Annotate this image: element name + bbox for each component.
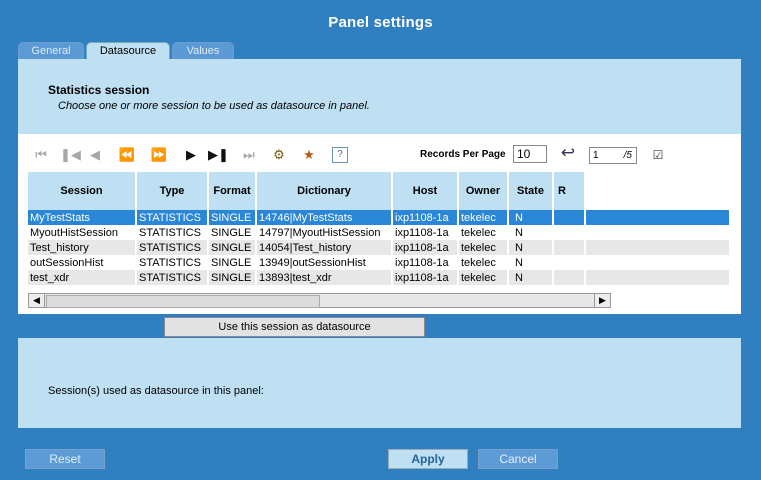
prev-block-icon[interactable]: ❚◀: [60, 146, 81, 164]
cell-filler: [585, 270, 731, 285]
cell-host: ixp1108-1a: [392, 210, 459, 225]
cell-host: ixp1108-1a: [392, 270, 459, 285]
cell-host: ixp1108-1a: [392, 225, 459, 240]
cell-state: N: [508, 270, 554, 285]
next-block-icon[interactable]: ▶❚: [208, 146, 229, 164]
cell-session: MyTestStats: [28, 210, 137, 225]
session-table: Session Type Format Dictionary Host Owne…: [28, 172, 731, 285]
cell-dictionary: 14746|MyTestStats: [256, 210, 393, 225]
cell-type: STATISTICS: [136, 255, 209, 270]
cell-format: SINGLE: [208, 240, 257, 255]
cell-state: N: [508, 255, 554, 270]
cell-format: SINGLE: [208, 270, 257, 285]
cell-host: ixp1108-1a: [392, 255, 459, 270]
column-header-session[interactable]: Session: [28, 172, 137, 210]
export-icon[interactable]: ☑: [649, 146, 667, 164]
prev-page-icon[interactable]: ◀: [86, 146, 104, 164]
cell-r: [553, 240, 586, 255]
tab-general[interactable]: General: [18, 42, 84, 59]
grid-toolbar: ⏮ ❚◀ ◀ ⏪ ⏩ ▶ ▶❚ ⏭ ⚙ ★ ? Records Per Page…: [28, 144, 730, 168]
cell-type: STATISTICS: [136, 270, 209, 285]
section-title: Statistics session: [48, 83, 150, 97]
cell-owner: tekelec: [458, 255, 509, 270]
section-subtitle: Choose one or more session to be used as…: [58, 100, 370, 112]
column-header-host[interactable]: Host: [392, 172, 459, 210]
cell-r: [553, 225, 586, 240]
total-pages: /5: [623, 150, 632, 161]
tab-values[interactable]: Values: [172, 42, 234, 59]
cell-session: test_xdr: [28, 270, 137, 285]
cell-r: [553, 210, 586, 225]
cell-format: SINGLE: [208, 210, 257, 225]
scrollbar-thumb[interactable]: [46, 295, 320, 308]
cell-filler: [585, 255, 731, 270]
records-per-page-input[interactable]: [513, 145, 547, 163]
cell-format: SINGLE: [208, 255, 257, 270]
find-icon[interactable]: ⚙: [270, 146, 288, 164]
rewind-icon[interactable]: ⏪: [118, 146, 136, 164]
fast-forward-icon[interactable]: ⏩: [150, 146, 168, 164]
table-header-row: Session Type Format Dictionary Host Owne…: [28, 172, 731, 210]
column-header-format[interactable]: Format: [208, 172, 257, 210]
use-session-button[interactable]: Use this session as datasource: [164, 317, 425, 337]
table-row[interactable]: MyoutHistSession STATISTICS SINGLE 14797…: [28, 225, 731, 240]
current-page: 1: [593, 150, 599, 161]
cell-r: [553, 255, 586, 270]
cell-filler: [585, 210, 731, 225]
cell-session: Test_history: [28, 240, 137, 255]
column-header-r[interactable]: R: [553, 172, 586, 210]
column-header-owner[interactable]: Owner: [458, 172, 509, 210]
scroll-right-icon[interactable]: ▶: [594, 294, 610, 307]
window-title: Panel settings: [328, 14, 433, 31]
cell-type: STATISTICS: [136, 225, 209, 240]
datasource-label: Session(s) used as datasource in this pa…: [48, 385, 264, 397]
header-panel: Statistics session Choose one or more se…: [18, 59, 741, 134]
table-row[interactable]: MyTestStats STATISTICS SINGLE 14746|MyTe…: [28, 210, 731, 225]
cell-type: STATISTICS: [136, 240, 209, 255]
cell-owner: tekelec: [458, 240, 509, 255]
goto-page-icon[interactable]: ↩: [559, 144, 577, 162]
records-per-page-label: Records Per Page: [420, 149, 506, 160]
cell-session: outSessionHist: [28, 255, 137, 270]
cell-type: STATISTICS: [136, 210, 209, 225]
scroll-left-icon[interactable]: ◀: [29, 294, 45, 307]
horizontal-scrollbar[interactable]: ◀ ▶: [28, 293, 611, 308]
page-number-field[interactable]: 1 /5: [589, 147, 637, 164]
cell-format: SINGLE: [208, 225, 257, 240]
tab-datasource[interactable]: Datasource: [86, 42, 170, 59]
cell-filler: [585, 240, 731, 255]
panel-settings-window: Panel settings General Datasource Values…: [0, 0, 761, 480]
session-grid-panel: ⏮ ❚◀ ◀ ⏪ ⏩ ▶ ▶❚ ⏭ ⚙ ★ ? Records Per Page…: [18, 134, 741, 314]
cell-owner: tekelec: [458, 270, 509, 285]
cell-dictionary: 13893|test_xdr: [256, 270, 393, 285]
cell-state: N: [508, 240, 554, 255]
cell-dictionary: 14797|MyoutHistSession: [256, 225, 393, 240]
column-header-state[interactable]: State: [508, 172, 554, 210]
table-row[interactable]: Test_history STATISTICS SINGLE 14054|Tes…: [28, 240, 731, 255]
cell-dictionary: 14054|Test_history: [256, 240, 393, 255]
reset-button[interactable]: Reset: [25, 449, 105, 469]
cell-filler: [585, 225, 731, 240]
table-row[interactable]: outSessionHist STATISTICS SINGLE 13949|o…: [28, 255, 731, 270]
cancel-button[interactable]: Cancel: [478, 449, 558, 469]
datasource-panel: Session(s) used as datasource in this pa…: [18, 338, 741, 428]
column-header-type[interactable]: Type: [136, 172, 209, 210]
first-page-icon[interactable]: ⏮: [32, 146, 50, 164]
cell-host: ixp1108-1a: [392, 240, 459, 255]
apply-button[interactable]: Apply: [388, 449, 468, 469]
header-filler: [585, 172, 731, 210]
table-row[interactable]: test_xdr STATISTICS SINGLE 13893|test_xd…: [28, 270, 731, 285]
cell-state: N: [508, 210, 554, 225]
cell-dictionary: 13949|outSessionHist: [256, 255, 393, 270]
cell-r: [553, 270, 586, 285]
next-page-icon[interactable]: ▶: [182, 146, 200, 164]
cell-owner: tekelec: [458, 210, 509, 225]
cell-state: N: [508, 225, 554, 240]
filter-icon[interactable]: ★: [300, 146, 318, 164]
cell-owner: tekelec: [458, 225, 509, 240]
help-icon[interactable]: ?: [332, 147, 348, 163]
last-page-icon[interactable]: ⏭: [240, 146, 258, 164]
column-header-dictionary[interactable]: Dictionary: [256, 172, 393, 210]
cell-session: MyoutHistSession: [28, 225, 137, 240]
